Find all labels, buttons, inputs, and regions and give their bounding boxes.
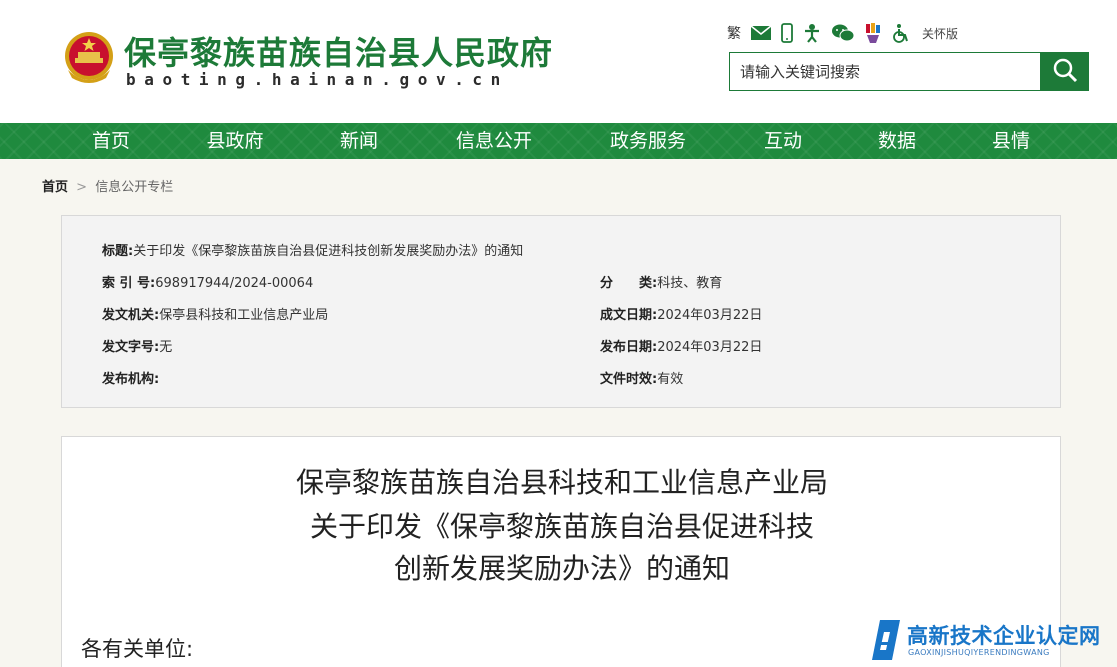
traditional-chinese-toggle[interactable]: 繁 xyxy=(727,23,741,43)
info-created-date-value: 2024年03月22日 xyxy=(657,308,763,323)
site-title[interactable]: 保亭黎族苗族自治县人民政府 xyxy=(124,28,553,74)
document-title-line-3: 创新发展奖励办法》的通知 xyxy=(393,552,730,585)
care-mode-link[interactable]: 关怀版 xyxy=(922,23,958,43)
document-greeting: 各有关单位: xyxy=(81,637,194,661)
breadcrumb-home-link[interactable]: 首页 xyxy=(42,180,68,195)
info-docno-label: 发文字号: xyxy=(102,340,160,355)
info-category-value: 科技、教育 xyxy=(657,276,723,291)
breadcrumb-current-link[interactable]: 信息公开专栏 xyxy=(95,180,173,195)
nav-item-news[interactable]: 新闻 xyxy=(328,123,390,159)
search-button[interactable] xyxy=(1040,52,1089,91)
info-title-label: 标题: xyxy=(102,244,134,259)
info-created-date-label: 成文日期: xyxy=(600,308,658,323)
info-created-date-row: 成文日期:2024年03月22日 xyxy=(600,304,762,323)
document-metadata-panel: 标题:关于印发《保亭黎族苗族自治县促进科技创新发展奖励办法》的通知 索 引 号:… xyxy=(61,215,1061,408)
national-emblem-icon[interactable] xyxy=(62,30,116,86)
info-issuer-label: 发文机关: xyxy=(102,308,160,323)
ethnic-language-icon[interactable] xyxy=(864,23,882,43)
info-title-row: 标题:关于印发《保亭黎族苗族自治县促进科技创新发展奖励办法》的通知 xyxy=(102,240,523,259)
info-published-date-label: 发布日期: xyxy=(600,340,658,355)
info-docno-value: 无 xyxy=(159,340,173,355)
breadcrumb-separator: > xyxy=(76,180,88,195)
watermark-subtext: GAOXINJISHUQIYERENDINGWANG xyxy=(908,648,1050,657)
nav-item-county-profile[interactable]: 县情 xyxy=(980,123,1042,159)
site-header: 保亭黎族苗族自治县人民政府 baoting.hainan.gov.cn 繁 关怀… xyxy=(0,0,1117,123)
info-category-row: 分 类:科技、教育 xyxy=(600,272,722,291)
nav-item-info-disclosure[interactable]: 信息公开 xyxy=(444,123,544,159)
wechat-icon[interactable] xyxy=(831,23,855,43)
search-icon xyxy=(1052,57,1078,86)
wheelchair-accessibility-icon[interactable] xyxy=(891,23,911,43)
watermark-logo-icon xyxy=(870,618,904,666)
document-title-line-1: 保亭黎族苗族自治县科技和工业信息产业局 xyxy=(295,466,828,499)
nav-item-government-services[interactable]: 政务服务 xyxy=(598,123,698,159)
site-domain: baoting.hainan.gov.cn xyxy=(126,70,509,89)
header-tools: 繁 关怀版 xyxy=(727,22,958,44)
breadcrumb: 首页 > 信息公开专栏 xyxy=(42,176,173,195)
info-index-label: 索 引 号: xyxy=(102,276,156,291)
info-published-date-row: 发布日期:2024年03月22日 xyxy=(600,336,762,355)
mobile-icon[interactable] xyxy=(781,23,793,43)
info-issuer-row: 发文机关:保亭县科技和工业信息产业局 xyxy=(102,304,328,323)
document-title-line-2: 关于印发《保亭黎族苗族自治县促进科技 xyxy=(309,510,814,543)
info-index-row: 索 引 号:698917944/2024-00064 xyxy=(102,272,313,291)
nav-item-home[interactable]: 首页 xyxy=(78,123,144,159)
info-index-value: 698917944/2024-00064 xyxy=(155,276,314,291)
info-validity-row: 文件时效:有效 xyxy=(600,368,683,387)
info-category-label: 分 类: xyxy=(600,276,658,291)
info-docno-row: 发文字号:无 xyxy=(102,336,172,355)
nav-item-data[interactable]: 数据 xyxy=(866,123,928,159)
mail-icon[interactable] xyxy=(750,23,772,43)
search-input[interactable] xyxy=(729,52,1041,91)
watermark-text: 高新技术企业认定网 xyxy=(907,624,1101,648)
info-org-label: 发布机构: xyxy=(102,372,160,387)
nav-item-county-government[interactable]: 县政府 xyxy=(196,123,274,159)
info-published-date-value: 2024年03月22日 xyxy=(657,340,763,355)
watermark: 高新技术企业认定网 GAOXINJISHUQIYERENDINGWANG xyxy=(870,614,1117,667)
info-validity-label: 文件时效: xyxy=(600,372,658,387)
info-validity-value: 有效 xyxy=(657,372,684,387)
info-issuer-value: 保亭县科技和工业信息产业局 xyxy=(159,308,329,323)
info-title-value: 关于印发《保亭黎族苗族自治县促进科技创新发展奖励办法》的通知 xyxy=(133,244,524,259)
nav-item-interaction[interactable]: 互动 xyxy=(752,123,814,159)
accessibility-person-icon[interactable] xyxy=(802,23,822,43)
info-org-row: 发布机构: xyxy=(102,368,159,387)
main-nav: 首页 县政府 新闻 信息公开 政务服务 互动 数据 县情 xyxy=(0,123,1117,159)
